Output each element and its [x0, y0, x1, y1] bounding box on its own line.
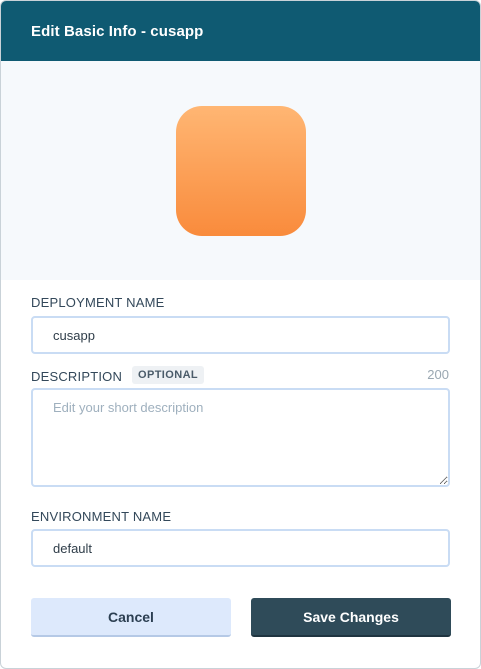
- basic-info-form: DEPLOYMENT NAME DESCRIPTION OPTIONAL 200…: [1, 280, 480, 667]
- app-icon[interactable]: [176, 106, 306, 236]
- deployment-name-input[interactable]: [31, 316, 450, 354]
- cancel-button[interactable]: Cancel: [31, 598, 231, 637]
- edit-basic-info-dialog: Edit Basic Info - cusapp DEPLOYMENT NAME…: [0, 0, 481, 669]
- environment-name-label: ENVIRONMENT NAME: [31, 509, 172, 524]
- optional-badge: OPTIONAL: [132, 366, 205, 384]
- dialog-title: Edit Basic Info - cusapp: [31, 22, 204, 40]
- environment-name-input[interactable]: [31, 529, 450, 567]
- save-changes-button[interactable]: Save Changes: [251, 598, 451, 637]
- description-label: DESCRIPTION: [31, 369, 123, 384]
- dialog-header: Edit Basic Info - cusapp: [1, 1, 480, 61]
- description-textarea[interactable]: [31, 388, 450, 487]
- avatar-area: [1, 61, 480, 280]
- deployment-name-label: DEPLOYMENT NAME: [31, 295, 165, 310]
- description-char-limit: 200: [427, 367, 449, 382]
